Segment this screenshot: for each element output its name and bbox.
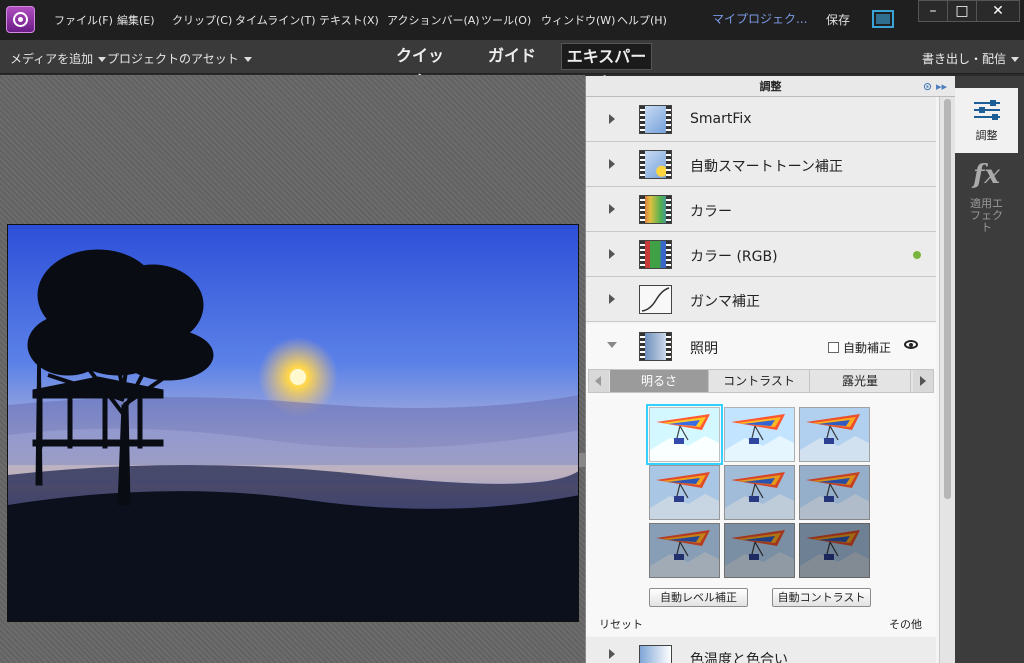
expand-arrow-icon[interactable] — [609, 114, 615, 124]
tab-expert[interactable]: エキスパート — [561, 43, 652, 92]
project-name[interactable]: マイプロジェク... — [712, 10, 807, 27]
menu-file[interactable]: ファイル(F) — [54, 12, 113, 28]
fullscreen-preview-icon[interactable] — [872, 10, 894, 28]
subtab-next-arrow-icon[interactable] — [913, 370, 933, 392]
panel-switcher-bar: 調整 fx 適用エフェクト — [955, 76, 1024, 663]
auto-levels-button[interactable]: 自動レベル補正 — [649, 588, 748, 607]
project-assets-menu[interactable]: プロジェクトのアセット — [107, 50, 252, 67]
panel-header: 調整 ⊙ ▸▸ — [586, 76, 955, 97]
app-logo-icon[interactable] — [6, 6, 35, 33]
sidebar-item-label: 調整 — [975, 129, 998, 142]
lighting-subtabs: 明るさ コントラスト 露光量 — [588, 369, 934, 393]
adjust-row-color[interactable]: カラー — [586, 187, 936, 232]
brightness-preset-thumbnail[interactable] — [799, 523, 870, 578]
close-button[interactable]: ✕ — [976, 0, 1020, 22]
brightness-preset-thumbnail[interactable] — [649, 465, 720, 520]
checkbox-icon — [828, 342, 839, 353]
menu-bar: ファイル(F) 編集(E) クリップ(C) タイムライン(T) テキスト(X) … — [0, 0, 1024, 40]
auto-smart-tone-icon — [639, 150, 672, 179]
export-menu[interactable]: 書き出し・配信 — [922, 50, 1020, 67]
sidebar-item-adjust[interactable]: 調整 — [955, 88, 1018, 153]
brightness-preset-thumbnail[interactable] — [646, 404, 723, 465]
chevron-down-icon — [98, 57, 107, 62]
subtab-brightness[interactable]: 明るさ — [610, 370, 709, 392]
add-media-menu[interactable]: メディアを追加 — [10, 50, 107, 67]
expand-arrow-icon[interactable] — [609, 159, 615, 169]
adjustments-panel: 調整 ⊙ ▸▸ SmartFix 自動スマートトーン補正 カラー カラー (RG… — [585, 76, 956, 663]
sidebar-item-label: 適用エフェクト — [955, 198, 1018, 234]
sidebar-item-applied-effects[interactable]: fx 適用エフェクト — [955, 158, 1018, 238]
tab-quick[interactable]: クイック — [390, 43, 450, 91]
preview-photo — [7, 224, 579, 622]
adjust-row-auto-smart-tone[interactable]: 自動スマートトーン補正 — [586, 142, 936, 187]
minimize-button[interactable]: – — [918, 0, 948, 22]
temperature-tint-icon — [639, 645, 672, 663]
menu-clip[interactable]: クリップ(C) — [172, 12, 232, 28]
color-icon — [639, 195, 672, 224]
brightness-preset-thumbnail[interactable] — [724, 465, 795, 520]
reset-link[interactable]: リセット — [599, 616, 643, 632]
menu-action-bar[interactable]: アクションバー(A) — [387, 12, 480, 28]
export-label: 書き出し・配信 — [922, 52, 1007, 66]
expand-arrow-icon[interactable] — [609, 649, 615, 659]
panel-options-icon[interactable]: ⊙ ▸▸ — [923, 76, 947, 97]
adjust-row-temperature-tint[interactable]: 色温度と色合い — [586, 637, 936, 663]
adjust-row-smartfix[interactable]: SmartFix — [586, 97, 936, 142]
panel-title: 調整 — [759, 80, 782, 93]
menu-timeline[interactable]: タイムライン(T) — [235, 12, 316, 28]
auto-contrast-button[interactable]: 自動コントラスト — [772, 588, 871, 607]
adjust-row-label: カラー — [690, 204, 732, 220]
more-link[interactable]: その他 — [889, 616, 922, 632]
brightness-preset-thumbnail[interactable] — [724, 407, 795, 462]
adjust-row-label: SmartFix — [690, 111, 752, 127]
adjust-row-label: 自動スマートトーン補正 — [690, 159, 843, 175]
tab-guided[interactable]: ガイド — [487, 43, 537, 70]
subtab-contrast[interactable]: コントラスト — [709, 370, 810, 392]
brightness-preset-thumbnail[interactable] — [799, 407, 870, 462]
active-status-dot — [913, 251, 921, 259]
adjust-row-label: カラー (RGB) — [690, 249, 778, 265]
color-rgb-icon — [639, 240, 672, 269]
mode-bar: メディアを追加 プロジェクトのアセット クイック ガイド エキスパート 書き出し… — [0, 40, 1024, 92]
menu-text[interactable]: テキスト(X) — [319, 12, 379, 28]
smartfix-icon — [639, 105, 672, 134]
preview-canvas[interactable] — [0, 75, 585, 663]
project-assets-label: プロジェクトのアセット — [107, 52, 239, 66]
gamma-curve-icon — [639, 285, 672, 314]
add-media-label: メディアを追加 — [10, 52, 94, 66]
chevron-down-icon — [243, 57, 252, 62]
eye-icon[interactable] — [904, 340, 918, 349]
auto-fix-label: 自動補正 — [843, 341, 892, 355]
save-button[interactable]: 保存 — [826, 11, 850, 28]
fx-icon: fx — [973, 160, 1000, 190]
expand-arrow-icon[interactable] — [609, 204, 615, 214]
subtab-exposure[interactable]: 露光量 — [810, 370, 911, 392]
adjust-row-label: 色温度と色合い — [690, 652, 788, 663]
brightness-preset-thumbnail[interactable] — [724, 523, 795, 578]
adjust-row-gamma[interactable]: ガンマ補正 — [586, 277, 936, 322]
maximize-button[interactable]: □ — [947, 0, 977, 22]
menu-help[interactable]: ヘルプ(H) — [617, 12, 667, 28]
applied-effects-label: 適用エフェクト — [970, 197, 1003, 234]
auto-fix-checkbox[interactable]: 自動補正 — [828, 339, 891, 356]
menu-window[interactable]: ウィンドウ(W) — [541, 12, 615, 28]
lighting-label: 照明 — [690, 341, 718, 357]
subtab-prev-arrow-icon[interactable] — [589, 370, 609, 392]
lighting-section: 照明 自動補正 明るさ コントラスト 露光量 自動レベル補正 自動コントラスト … — [586, 324, 936, 636]
expand-arrow-icon[interactable] — [609, 249, 615, 259]
adjust-row-label: ガンマ補正 — [690, 294, 760, 310]
expand-arrow-icon[interactable] — [609, 294, 615, 304]
brightness-preset-thumbnail[interactable] — [649, 523, 720, 578]
menu-edit[interactable]: 編集(E) — [117, 12, 155, 28]
adjust-row-color-rgb[interactable]: カラー (RGB) — [586, 232, 936, 277]
collapse-arrow-icon[interactable] — [607, 342, 617, 348]
panel-scroll-thumb[interactable] — [944, 99, 951, 499]
lighting-icon — [639, 332, 672, 361]
menu-tools[interactable]: ツール(O) — [481, 12, 531, 28]
panel-scrollbar[interactable] — [939, 97, 956, 663]
chevron-down-icon — [1011, 57, 1020, 62]
sliders-icon — [973, 99, 1000, 121]
brightness-preset-thumbnail[interactable] — [799, 465, 870, 520]
